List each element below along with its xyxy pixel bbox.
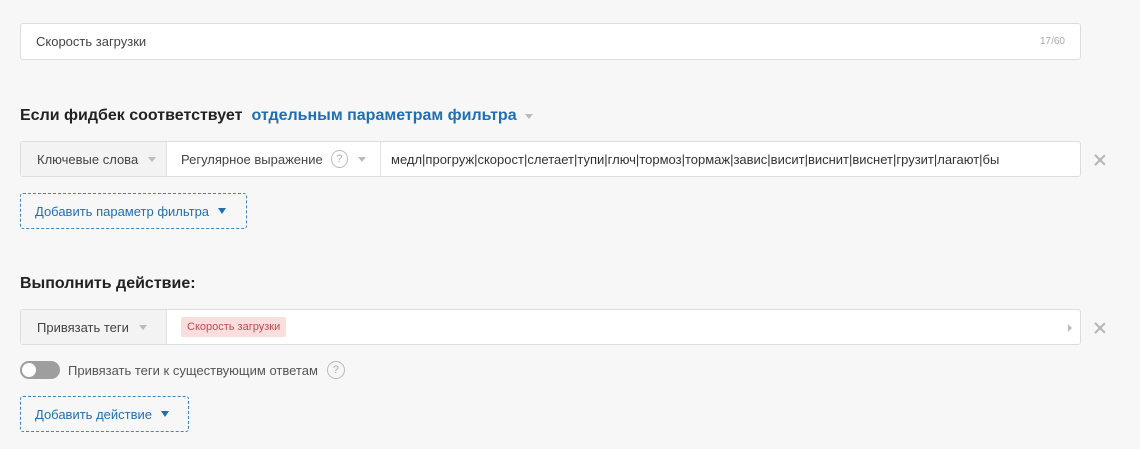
caret-down-icon (161, 411, 169, 417)
chevron-right-icon[interactable] (1068, 324, 1072, 332)
remove-filter-close-icon[interactable] (1092, 152, 1108, 168)
existing-answers-toggle[interactable] (20, 361, 60, 379)
toggle-knob (22, 363, 36, 377)
filter-field-label: Ключевые слова (37, 151, 139, 167)
remove-action-close-icon[interactable] (1092, 320, 1108, 336)
caret-down-icon (218, 208, 227, 214)
filter-mode-dropdown[interactable]: отдельным параметрам фильтра (251, 107, 533, 125)
chevron-down-icon (138, 324, 147, 330)
action-section-title: Выполнить действие: (20, 275, 196, 292)
char-counter: 17/60 (1039, 36, 1065, 47)
filter-section-heading: Если фидбек соответствует отдельным пара… (20, 107, 533, 125)
action-section-heading: Выполнить действие: (20, 275, 196, 293)
add-filter-button[interactable]: Добавить параметр фильтра (20, 193, 247, 229)
rule-name-field[interactable]: 17/60 (20, 23, 1081, 60)
help-icon[interactable]: ? (326, 361, 345, 379)
filter-operator-label: Регулярное выражение (181, 151, 323, 167)
regex-input[interactable] (391, 151, 1070, 167)
toggle-label: Привязать теги к существующим ответам (68, 362, 318, 378)
existing-answers-toggle-row: Привязать теги к существующим ответам ? (20, 361, 345, 379)
action-row: Привязать теги Скорость загрузки (20, 309, 1081, 345)
add-action-label: Добавить действие (35, 406, 152, 422)
filter-field-select[interactable]: Ключевые слова (21, 142, 167, 176)
filter-mode-label: отдельным параметрам фильтра (251, 107, 517, 124)
add-action-button[interactable]: Добавить действие (20, 396, 189, 432)
action-select[interactable]: Привязать теги (21, 310, 167, 344)
filter-operator-select[interactable]: Регулярное выражение ? (167, 142, 381, 176)
add-filter-label: Добавить параметр фильтра (35, 203, 210, 219)
tag-chip[interactable]: Скорость загрузки (181, 317, 287, 337)
rule-name-input[interactable] (36, 34, 1040, 49)
chevron-down-icon (358, 156, 366, 162)
regex-field[interactable] (381, 142, 1080, 176)
chevron-down-icon (148, 156, 157, 162)
tags-field[interactable]: Скорость загрузки (167, 310, 1080, 344)
help-icon[interactable]: ? (330, 150, 348, 168)
filter-row: Ключевые слова Регулярное выражение ? (20, 141, 1081, 177)
filter-section-title: Если фидбек соответствует (20, 107, 243, 124)
chevron-down-icon (524, 113, 533, 119)
action-label: Привязать теги (37, 319, 129, 335)
rule-editor: 17/60 Если фидбек соответствует отдельны… (0, 0, 1140, 449)
